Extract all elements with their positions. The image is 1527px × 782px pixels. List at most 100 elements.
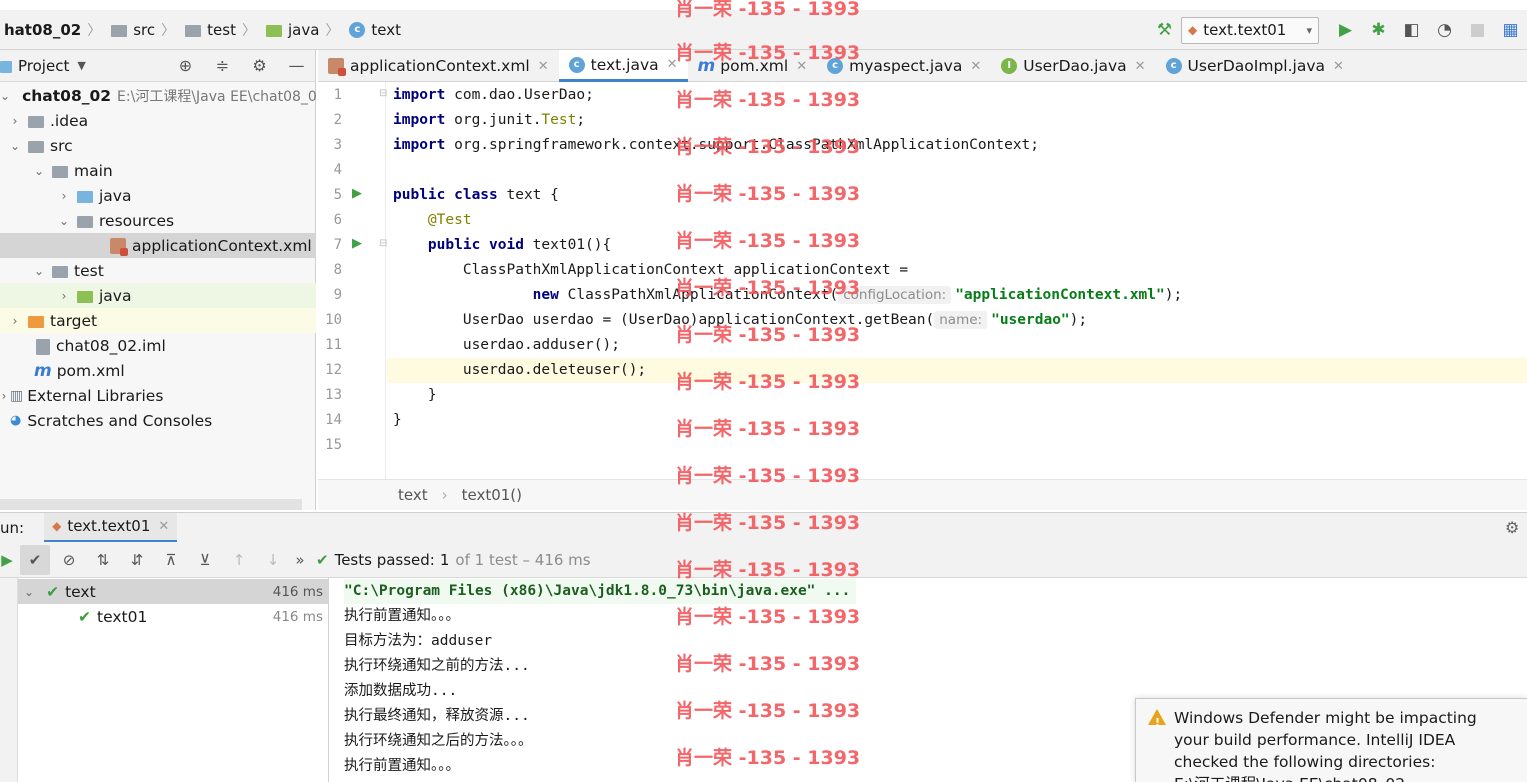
chevron-down-icon: ▼ (77, 59, 86, 72)
tree-item-external-libraries[interactable]: › ▥ External Libraries (0, 383, 316, 408)
tree-item-test[interactable]: ⌄ test (0, 258, 316, 283)
gear-icon[interactable]: ⚙ (241, 56, 278, 75)
test-item-text01[interactable]: ✔ text01 416 ms (18, 604, 329, 629)
windows-defender-notification[interactable]: Windows Defender might be impacting your… (1135, 698, 1527, 782)
tree-item-iml[interactable]: chat08_02.iml (0, 333, 316, 358)
breadcrumb-label: text (371, 20, 401, 39)
keyword: import (393, 87, 446, 103)
tree-item-pom[interactable]: m pom.xml (0, 358, 316, 383)
tree-item-src[interactable]: ⌄ src (0, 133, 316, 158)
minimize-icon[interactable]: — (278, 56, 315, 75)
chevron-right-icon: 〉 (161, 22, 176, 39)
tab-userdao-java[interactable]: I UserDao.java ✕ (991, 50, 1155, 82)
sort-alphabetically-icon[interactable]: ⇅ (88, 545, 118, 575)
code-line: import com.dao.UserDao; (393, 83, 594, 108)
debug-icon[interactable]: ✱ (1362, 15, 1395, 45)
folder-icon (52, 165, 68, 178)
test-item-text[interactable]: ⌄ ✔ text 416 ms (18, 579, 329, 604)
expand-all-icon[interactable]: ⊼ (156, 545, 186, 575)
close-icon[interactable]: ✕ (970, 59, 981, 74)
gear-icon[interactable]: ⚙ (1505, 518, 1527, 537)
project-panel-header: Project ▼ ⊕ ≑ ⚙ — (0, 50, 315, 82)
show-passed-icon[interactable]: ✔ (20, 544, 50, 575)
source-folder-icon (77, 190, 93, 203)
tab-label: UserDaoImpl.java (1187, 57, 1326, 75)
test-label: text (65, 582, 96, 601)
breadcrumb-java[interactable]: java 〉 (262, 10, 345, 50)
breadcrumb-text[interactable]: c text (345, 10, 407, 50)
stop-icon[interactable]: ■ (1461, 15, 1494, 45)
collapse-all-icon[interactable]: ⊻ (190, 545, 220, 575)
project-view-selector[interactable]: Project ▼ (0, 57, 86, 75)
folder-icon (52, 265, 68, 278)
run-icon[interactable]: ▶ (1329, 15, 1362, 45)
coverage-icon[interactable]: ◧ (1395, 15, 1428, 45)
close-icon[interactable]: ✕ (1333, 59, 1344, 74)
project-structure-icon[interactable]: ▦ (1494, 15, 1527, 45)
breadcrumb-test[interactable]: test 〉 (181, 10, 262, 50)
tree-item-main-java[interactable]: › java (0, 183, 316, 208)
next-failed-icon[interactable]: ↓ (258, 545, 288, 575)
run-test-class-icon[interactable]: ▶ (348, 186, 366, 201)
test-duration: 416 ms (272, 583, 323, 600)
folder-icon (28, 115, 44, 128)
tree-item-module[interactable]: ⌄ chat08_02 E:\河工课程\Java EE\chat08_0 (0, 83, 316, 108)
tree-item-idea[interactable]: › .idea (0, 108, 316, 133)
breadcrumb-src[interactable]: src 〉 (107, 10, 181, 50)
horizontal-scrollbar[interactable] (0, 499, 302, 510)
tree-item-label: Scratches and Consoles (27, 411, 213, 430)
tree-item-main[interactable]: ⌄ main (0, 158, 316, 183)
watermark-text: 肖一荣 -135 - 1393 (675, 418, 861, 440)
line-number: 9 (333, 287, 342, 303)
line-number: 4 (333, 162, 342, 178)
run-tab-text-text01[interactable]: ◆ text.text01 ✕ (44, 512, 178, 543)
tree-item-applicationcontext-xml[interactable]: applicationContext.xml (0, 233, 316, 258)
xml-file-icon (110, 237, 128, 256)
close-icon[interactable]: ✕ (1135, 59, 1146, 74)
tree-item-resources[interactable]: ⌄ resources (0, 208, 316, 233)
more-icon[interactable]: » (292, 545, 308, 575)
tab-userdaoimpl-java[interactable]: c UserDaoImpl.java ✕ (1156, 50, 1354, 82)
chevron-down-icon: ⌄ (9, 138, 21, 153)
run-test-method-icon[interactable]: ▶ (348, 236, 366, 251)
tree-item-test-java[interactable]: › java (0, 283, 316, 308)
previous-failed-icon[interactable]: ↑ (224, 545, 254, 575)
build-hammer-icon[interactable]: ⚒ (1148, 15, 1181, 45)
tab-text-java[interactable]: c text.java ✕ (558, 50, 688, 82)
tab-applicationcontext-xml[interactable]: applicationContext.xml ✕ (318, 50, 559, 82)
code-text: org.junit. (445, 112, 542, 128)
warning-icon (1148, 709, 1166, 734)
editor-tab-bar: applicationContext.xml ✕ c text.java ✕ m… (318, 50, 1527, 82)
console-line: 执行环绕通知之后的方法。。。 (344, 733, 533, 749)
locate-icon[interactable]: ⊕ (167, 56, 204, 75)
breadcrumb-module[interactable]: hat08_02 〉 (0, 10, 107, 50)
libraries-icon: ▥ (10, 387, 24, 404)
run-tab-label: text.text01 (67, 517, 151, 535)
keyword: new (393, 287, 559, 303)
tree-item-scratches[interactable]: ◕ Scratches and Consoles (0, 408, 316, 433)
breadcrumb-label: hat08_02 (4, 20, 82, 39)
code-editor[interactable]: import com.dao.UserDao; import org.junit… (387, 82, 1527, 479)
watermark-text: 肖一荣 -135 - 1393 (675, 42, 861, 64)
collapse-all-icon[interactable]: ≑ (204, 56, 241, 75)
keyword: public class (393, 187, 498, 203)
breadcrumb-method[interactable]: text01() (462, 486, 522, 504)
tree-item-label: test (74, 261, 104, 280)
editor-gutter[interactable]: 1 2 3 4 5 6 7 8 9 10 11 12 13 14 15 ▶ ▶ … (318, 82, 387, 479)
editor-breadcrumb: text › text01() (318, 479, 1527, 510)
code-line: @Test (393, 208, 472, 233)
tree-item-target[interactable]: › target (0, 308, 316, 333)
run-side-toolbar (0, 578, 18, 782)
show-ignored-icon[interactable]: ⊘ (54, 545, 84, 575)
breadcrumb-label: test (207, 20, 236, 39)
console-command-line: "C:\Program Files (x86)\Java\jdk1.8.0_73… (344, 579, 857, 604)
breadcrumb-class[interactable]: text (398, 486, 428, 504)
close-icon[interactable]: ✕ (538, 59, 549, 74)
sort-by-duration-icon[interactable]: ⇵ (122, 545, 152, 575)
rerun-icon[interactable]: ▶ (0, 545, 14, 575)
profile-icon[interactable]: ◔ (1428, 15, 1461, 45)
run-configuration-selector[interactable]: ◆ text.text01 ▾ (1181, 16, 1319, 44)
project-panel-title: Project (18, 56, 70, 75)
close-icon[interactable]: ✕ (158, 519, 169, 534)
code-text: userdao.deleteuser(); (393, 362, 647, 378)
